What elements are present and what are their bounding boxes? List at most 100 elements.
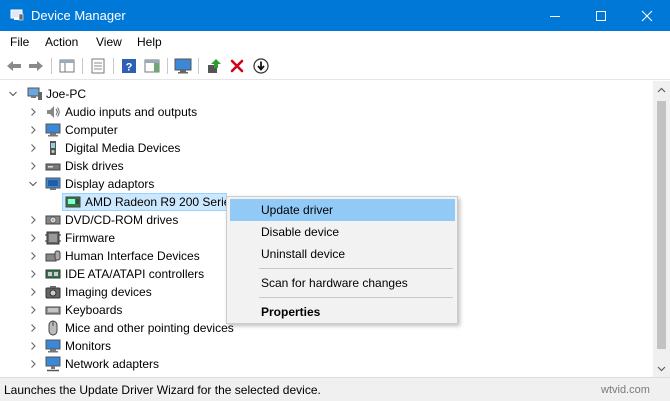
tree-item-label: Mice and other pointing devices xyxy=(65,321,234,335)
firmware-icon xyxy=(45,231,61,245)
chevron-right-icon[interactable] xyxy=(28,322,38,334)
mouse-icon xyxy=(48,320,58,336)
tree-item-digital-media[interactable]: Digital Media Devices xyxy=(0,139,653,157)
toolbar-separator xyxy=(51,58,52,74)
maximize-icon xyxy=(596,10,606,21)
update-driver-icon xyxy=(208,59,221,73)
tree-item-label: Display adaptors xyxy=(65,177,155,191)
tree-item-label: DVD/CD-ROM drives xyxy=(65,213,179,227)
status-text: Launches the Update Driver Wizard for th… xyxy=(4,383,321,397)
chevron-right-icon[interactable] xyxy=(28,124,38,136)
context-item-label: Scan for hardware changes xyxy=(261,276,408,290)
window-title: Device Manager xyxy=(31,8,126,23)
context-item-label: Properties xyxy=(261,305,321,319)
context-uninstall-device[interactable]: Uninstall device xyxy=(230,243,455,265)
chevron-right-icon[interactable] xyxy=(28,214,38,226)
context-properties[interactable]: Properties xyxy=(230,301,455,323)
monitor-icon xyxy=(45,339,61,353)
disable-button[interactable] xyxy=(251,57,271,75)
chevron-down-icon[interactable] xyxy=(8,88,18,100)
menu-view[interactable]: View xyxy=(96,35,122,49)
chevron-right-icon[interactable] xyxy=(28,304,38,316)
close-icon xyxy=(641,10,653,21)
toolbar-separator xyxy=(198,58,199,74)
context-disable-device[interactable]: Disable device xyxy=(230,221,455,243)
display-adaptor-icon xyxy=(45,177,61,190)
vertical-scrollbar[interactable] xyxy=(653,81,670,377)
tree-item-label: IDE ATA/ATAPI controllers xyxy=(65,267,205,281)
tree-item-label: Keyboards xyxy=(65,303,123,317)
dvd-drive-icon xyxy=(45,215,61,225)
scan-hardware-button[interactable] xyxy=(173,57,193,75)
graphics-card-icon xyxy=(65,196,81,208)
close-button[interactable] xyxy=(624,0,670,31)
show-hide-console-tree-icon xyxy=(59,59,75,73)
minimize-icon xyxy=(550,15,560,17)
tree-item-display-adaptors[interactable]: Display adaptors xyxy=(0,175,653,193)
properties-button[interactable] xyxy=(88,57,108,75)
minimize-button[interactable] xyxy=(532,0,578,31)
back-button[interactable] xyxy=(4,57,24,75)
context-item-label: Uninstall device xyxy=(261,247,346,261)
uninstall-button[interactable] xyxy=(227,57,247,75)
scroll-down-button[interactable] xyxy=(653,360,670,377)
chevron-up-icon xyxy=(657,87,666,92)
ide-controller-icon xyxy=(45,269,61,279)
tree-item-monitors[interactable]: Monitors xyxy=(0,337,653,355)
title-bar: Device Manager xyxy=(0,0,670,31)
chevron-right-icon[interactable] xyxy=(28,106,38,118)
chevron-right-icon[interactable] xyxy=(28,286,38,298)
maximize-button[interactable] xyxy=(578,0,624,31)
device-manager-icon xyxy=(10,9,24,21)
context-update-driver[interactable]: Update driver xyxy=(230,199,455,221)
chevron-right-icon[interactable] xyxy=(28,268,38,280)
context-item-label: Update driver xyxy=(261,203,334,217)
properties-icon xyxy=(91,58,105,74)
chevron-right-icon[interactable] xyxy=(28,160,38,172)
disable-icon xyxy=(253,58,269,74)
update-driver-button[interactable] xyxy=(204,57,224,75)
context-menu: Update driver Disable device Uninstall d… xyxy=(226,196,458,324)
chevron-right-icon[interactable] xyxy=(28,340,38,352)
menu-action[interactable]: Action xyxy=(45,35,78,49)
tree-root-label: Joe-PC xyxy=(46,87,87,101)
menu-file[interactable]: File xyxy=(10,35,29,49)
tree-item-label: Firmware xyxy=(65,231,115,245)
tree-item-label: Digital Media Devices xyxy=(65,141,181,155)
chevron-right-icon[interactable] xyxy=(28,250,38,262)
uninstall-icon xyxy=(230,59,244,73)
watermark: wtvid.com xyxy=(601,384,650,396)
context-separator xyxy=(259,268,453,269)
chevron-right-icon[interactable] xyxy=(28,358,38,370)
monitor-icon xyxy=(174,58,192,74)
context-scan-hardware[interactable]: Scan for hardware changes xyxy=(230,272,455,294)
chevron-right-icon[interactable] xyxy=(28,142,38,154)
tree-item-audio[interactable]: Audio inputs and outputs xyxy=(0,103,653,121)
status-bar: Launches the Update Driver Wizard for th… xyxy=(0,377,670,401)
tree-item-network[interactable]: Network adapters xyxy=(0,355,653,373)
network-adapter-icon xyxy=(45,356,61,372)
action-pane-button[interactable] xyxy=(142,57,162,75)
menu-help[interactable]: Help xyxy=(137,35,162,49)
console-tree-button[interactable] xyxy=(57,57,77,75)
tree-item-label: Network adapters xyxy=(65,357,160,371)
tree-item-label: Monitors xyxy=(65,339,112,353)
chevron-down-icon xyxy=(657,366,666,371)
scroll-thumb[interactable] xyxy=(657,101,666,349)
tree-item-computer[interactable]: Computer xyxy=(0,121,653,139)
forward-button[interactable] xyxy=(26,57,46,75)
chevron-down-icon[interactable] xyxy=(28,178,38,190)
tree-item-disk-drives[interactable]: Disk drives xyxy=(0,157,653,175)
tree-item-label: Human Interface Devices xyxy=(65,249,200,263)
menu-bar: File Action View Help xyxy=(0,31,670,53)
toolbar: ? xyxy=(0,53,670,80)
help-button[interactable]: ? xyxy=(119,57,139,75)
speaker-icon xyxy=(47,106,60,118)
computer-icon xyxy=(27,87,42,100)
back-icon xyxy=(7,61,21,71)
chevron-right-icon[interactable] xyxy=(28,232,38,244)
tree-root[interactable]: Joe-PC xyxy=(0,85,653,103)
hid-icon xyxy=(45,250,61,262)
toolbar-separator xyxy=(82,58,83,74)
scroll-up-button[interactable] xyxy=(653,81,670,98)
